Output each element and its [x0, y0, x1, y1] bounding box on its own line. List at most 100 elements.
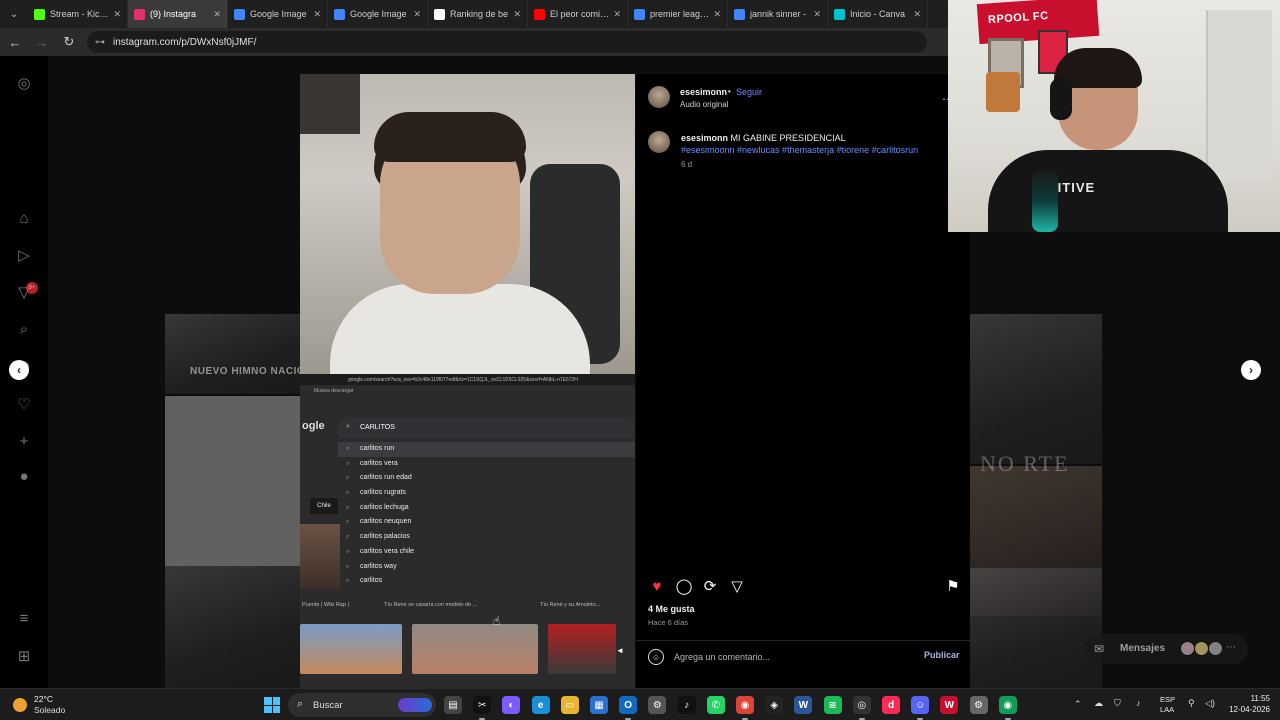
browser-tab[interactable]: premier league ✕: [628, 0, 728, 28]
comment-form: ☺ Publicar: [636, 640, 970, 672]
boy-hair-top: [374, 112, 526, 162]
caption-username[interactable]: esesimonn: [681, 133, 728, 143]
tab-search-chevron-icon[interactable]: ⌄: [0, 0, 28, 28]
caption-avatar[interactable]: [648, 131, 670, 153]
onedrive-icon[interactable]: ☁: [1094, 698, 1103, 709]
close-tab-icon[interactable]: ✕: [613, 9, 621, 20]
messages-button[interactable]: ✉ Mensajes ⋯: [1084, 634, 1248, 664]
repost-icon[interactable]: ⟳: [701, 577, 719, 595]
show-hidden-icons-chevron[interactable]: ⌃: [1074, 699, 1082, 710]
suggestion-item: ⌕ carlitos rugrats: [338, 486, 635, 501]
store-icon[interactable]: ▦: [590, 696, 608, 714]
menu-icon[interactable]: ≡: [14, 608, 34, 628]
close-tab-icon[interactable]: ✕: [413, 9, 421, 20]
browser-tab[interactable]: Google Image ✕: [228, 0, 328, 28]
search-icon: ⌕: [346, 548, 350, 555]
weather-condition[interactable]: Soleado: [34, 705, 65, 715]
clock-time[interactable]: 11:55: [1240, 694, 1270, 703]
forward-arrow-icon[interactable]: →: [30, 30, 54, 54]
also-from-meta-icon[interactable]: ⊞: [14, 646, 34, 666]
share-icon[interactable]: ▽: [728, 577, 746, 595]
file-explorer-icon[interactable]: ▭: [560, 696, 579, 714]
comment-icon[interactable]: ◯: [675, 577, 693, 595]
close-tab-icon[interactable]: ✕: [113, 9, 121, 20]
address-bar[interactable]: ⊶ instagram.com/p/DWxNsf0jJMF/: [87, 31, 927, 53]
wall-poster: [300, 74, 360, 134]
spotify-icon[interactable]: ≋: [823, 696, 842, 714]
word-icon[interactable]: W: [794, 696, 813, 714]
previous-post-arrow-icon[interactable]: ‹: [9, 360, 29, 380]
close-tab-icon[interactable]: ✕: [313, 9, 321, 20]
publish-button[interactable]: Publicar: [924, 650, 960, 660]
browser-tab[interactable]: Stream - Kick D ✕: [28, 0, 128, 28]
author-avatar[interactable]: [648, 86, 670, 108]
search-icon: ⌕: [297, 698, 304, 710]
network-icon[interactable]: ⚲: [1188, 698, 1195, 709]
security-icon[interactable]: ⛉: [1114, 698, 1121, 709]
suggestion-item: ⌕ carlitos vera chile: [338, 545, 635, 560]
likes-count[interactable]: 4 Me gusta: [648, 604, 695, 614]
volume-icon[interactable]: ◁): [1205, 698, 1215, 709]
heart-icon[interactable]: ♡: [14, 394, 34, 414]
room-door: [1206, 10, 1272, 180]
wps-icon[interactable]: W: [940, 696, 959, 714]
microphone-icon[interactable]: ♪: [1136, 698, 1141, 708]
browser-tab[interactable]: jannik sinner - ✕: [728, 0, 828, 28]
save-bookmark-icon[interactable]: ⚑: [944, 577, 962, 595]
browser-tab[interactable]: Google Image ✕: [328, 0, 428, 28]
capcut-alt-icon[interactable]: ◈: [765, 696, 784, 714]
browser-tab[interactable]: (9) Instagra ✕: [128, 0, 228, 28]
author-username[interactable]: esesimonn: [680, 87, 727, 97]
create-plus-icon[interactable]: +: [14, 431, 34, 451]
next-post-arrow-icon[interactable]: ›: [1241, 360, 1261, 380]
browser-tab[interactable]: Inicio - Canva ✕: [828, 0, 928, 28]
chrome-active-icon[interactable]: ◉: [998, 696, 1017, 714]
audio-label[interactable]: Audio original: [680, 100, 728, 109]
close-tab-icon[interactable]: ✕: [713, 9, 721, 20]
tiktok-icon[interactable]: ♪: [677, 696, 696, 714]
reload-icon[interactable]: ↻: [57, 30, 81, 54]
capcut-icon[interactable]: ✂: [473, 696, 492, 714]
settings-gear-icon[interactable]: ⚙: [648, 696, 667, 714]
language-indicator[interactable]: ESP: [1160, 695, 1175, 704]
clock-date[interactable]: 12-04-2026: [1228, 705, 1270, 714]
back-arrow-icon[interactable]: ←: [3, 30, 27, 54]
close-tab-icon[interactable]: ✕: [913, 9, 921, 20]
mute-icon[interactable]: ◄: [616, 646, 624, 655]
search-icon[interactable]: ⌕: [14, 319, 34, 339]
obs-icon[interactable]: ◎: [852, 696, 871, 714]
close-tab-icon[interactable]: ✕: [813, 9, 821, 20]
close-tab-icon[interactable]: ✕: [513, 9, 521, 20]
browser-tab[interactable]: El peor comien ✕: [528, 0, 628, 28]
comment-input[interactable]: [674, 650, 904, 664]
tiktok-live-icon[interactable]: d: [882, 696, 900, 714]
profile-avatar-icon[interactable]: ●: [14, 466, 34, 486]
sun-weather-icon[interactable]: [13, 698, 27, 712]
edge-icon[interactable]: e: [531, 696, 550, 714]
like-heart-icon[interactable]: ♥: [648, 577, 666, 595]
site-info-icon[interactable]: ⊶: [95, 37, 105, 48]
instagram-logo-icon[interactable]: ◎: [14, 73, 34, 93]
follow-button[interactable]: Seguir: [736, 87, 762, 97]
whatsapp-icon[interactable]: ✆: [706, 696, 725, 714]
weather-temperature[interactable]: 22°C: [34, 694, 53, 704]
chrome-icon[interactable]: ◉: [736, 696, 754, 714]
copilot-icon[interactable]: ◐: [502, 696, 521, 714]
outlook-icon[interactable]: O: [619, 696, 638, 714]
tab-title: Stream - Kick D: [50, 9, 110, 19]
file-viewer-icon[interactable]: ▤: [444, 696, 462, 714]
home-icon[interactable]: ⌂: [14, 208, 34, 228]
caption-hashtags[interactable]: #esesimoonn #newlucas #themasterja #tior…: [681, 145, 918, 155]
suggestion-item: ⌕ carlitos vera: [338, 457, 635, 472]
taskbar-search[interactable]: ⌕ Buscar: [288, 693, 436, 717]
discord-icon[interactable]: ☺: [911, 696, 930, 714]
emoji-icon[interactable]: ☺: [648, 649, 664, 665]
keyboard-layout-indicator[interactable]: LAA: [1160, 705, 1174, 714]
post-video[interactable]: google.com/search?sca_esv=b2c48e119f077e…: [300, 74, 635, 688]
close-tab-icon[interactable]: ✕: [213, 9, 221, 20]
browser-tab[interactable]: Ranking de be ✕: [428, 0, 528, 28]
settings-icon[interactable]: ⚙: [969, 696, 988, 714]
windows-start-icon[interactable]: [264, 697, 280, 713]
google-icon: [634, 8, 645, 20]
reels-icon[interactable]: ▷: [14, 245, 34, 265]
